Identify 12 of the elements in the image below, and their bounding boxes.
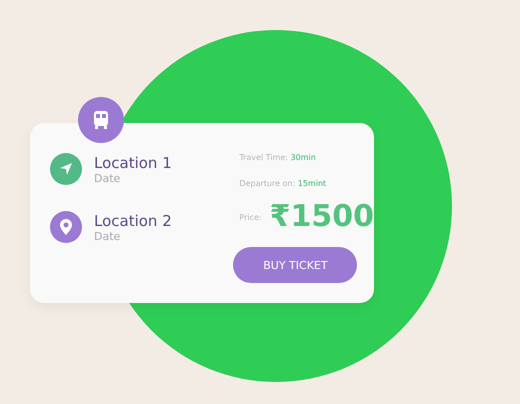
location-date: Date — [94, 230, 122, 242]
location-date: Date — [94, 172, 122, 184]
map-pin-icon — [60, 219, 72, 235]
bus-icon — [91, 110, 111, 130]
price-label: Price: — [239, 212, 262, 222]
location-name: Location 1 — [94, 154, 172, 172]
trip-detail: Departure on: 15mint — [239, 179, 328, 189]
location-name: Location 2 — [94, 212, 172, 230]
trip-detail: Travel Time: 30min — [239, 153, 317, 163]
price-value: ₹1500 — [270, 199, 374, 235]
navigation-arrow-icon — [59, 162, 73, 176]
buy-ticket-button[interactable]: BUY TICKET — [233, 247, 358, 283]
